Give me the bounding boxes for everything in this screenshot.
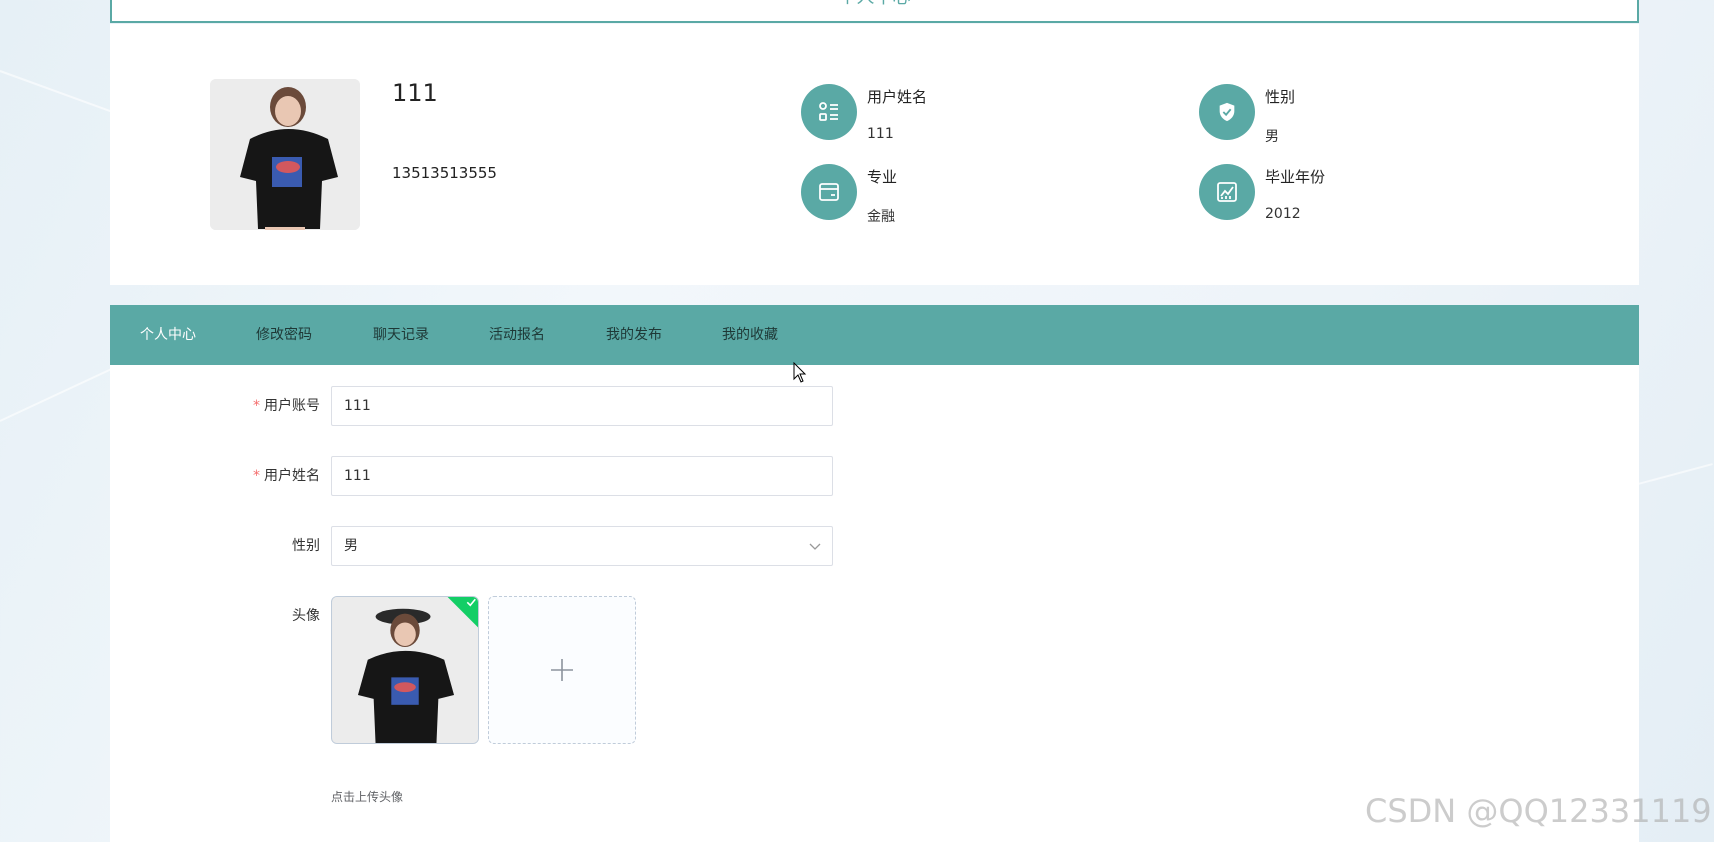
form-row-gender: 性别 男 <box>110 526 1110 566</box>
profile-card: 111 13513513555 用户姓名 111 性别 男 专业 金融 毕业年份… <box>110 24 1639 285</box>
gender-select[interactable]: 男 <box>331 526 833 566</box>
gender-select-value: 男 <box>344 538 358 554</box>
tab-personal-center[interactable]: 个人中心 <box>140 305 196 365</box>
info-label: 专业 <box>867 168 898 186</box>
avatar-photo <box>332 597 478 743</box>
info-value: 2012 <box>1265 206 1301 222</box>
tab-activity-signup[interactable]: 活动报名 <box>489 305 545 365</box>
info-realname: 用户姓名 111 <box>801 84 1101 154</box>
upload-tip: 点击上传头像 <box>331 790 404 804</box>
mouse-cursor-icon <box>793 362 807 383</box>
tab-bar: 个人中心 修改密码 聊天记录 活动报名 我的发布 我的收藏 <box>110 305 1639 365</box>
info-graduation-year: 毕业年份 2012 <box>1199 164 1499 234</box>
uploaded-avatar-thumbnail[interactable] <box>331 596 479 744</box>
info-value: 男 <box>1265 129 1279 145</box>
tab-chat-history[interactable]: 聊天记录 <box>373 305 429 365</box>
avatar <box>210 79 360 230</box>
gender-label: 性别 <box>292 538 320 554</box>
required-mark: * <box>253 468 260 484</box>
realname-label: * 用户姓名 <box>253 468 320 484</box>
id-card-icon <box>801 84 857 140</box>
realname-input[interactable] <box>331 456 833 496</box>
info-major: 专业 金融 <box>801 164 1101 234</box>
avatar-photo <box>210 79 360 230</box>
profile-phone: 13513513555 <box>392 164 497 182</box>
chevron-down-icon <box>809 543 821 550</box>
form-row-account: * 用户账号 <box>110 386 1110 426</box>
page-title-box: 个人中心 <box>110 0 1639 23</box>
page-container: 个人中心 111 13513513555 <box>110 0 1639 842</box>
chart-icon <box>1199 164 1255 220</box>
check-icon <box>466 598 476 607</box>
info-gender: 性别 男 <box>1199 84 1499 154</box>
tab-change-password[interactable]: 修改密码 <box>256 305 312 365</box>
tab-my-favorites[interactable]: 我的收藏 <box>722 305 778 365</box>
info-label: 用户姓名 <box>867 88 928 106</box>
profile-form: *用户账号 *用户姓名 性别 男 头像 <box>110 365 1639 842</box>
info-value: 金融 <box>867 209 895 225</box>
avatar-label: 头像 <box>292 608 320 624</box>
info-label: 毕业年份 <box>1265 168 1326 186</box>
required-mark: * <box>253 398 260 414</box>
plus-icon <box>551 659 573 681</box>
upload-add-button[interactable] <box>488 596 636 744</box>
info-label: 性别 <box>1265 88 1296 106</box>
info-value: 111 <box>867 126 894 142</box>
account-input[interactable] <box>331 386 833 426</box>
tab-my-posts[interactable]: 我的发布 <box>606 305 662 365</box>
form-row-realname: * 用户姓名 <box>110 456 1110 496</box>
profile-name: 111 <box>392 79 438 107</box>
wallet-icon <box>801 164 857 220</box>
page-title: 个人中心 <box>839 0 911 8</box>
account-label: * 用户账号 <box>253 398 320 414</box>
shield-icon <box>1199 84 1255 140</box>
watermark: CSDN @QQ123311197 <box>1365 792 1714 830</box>
